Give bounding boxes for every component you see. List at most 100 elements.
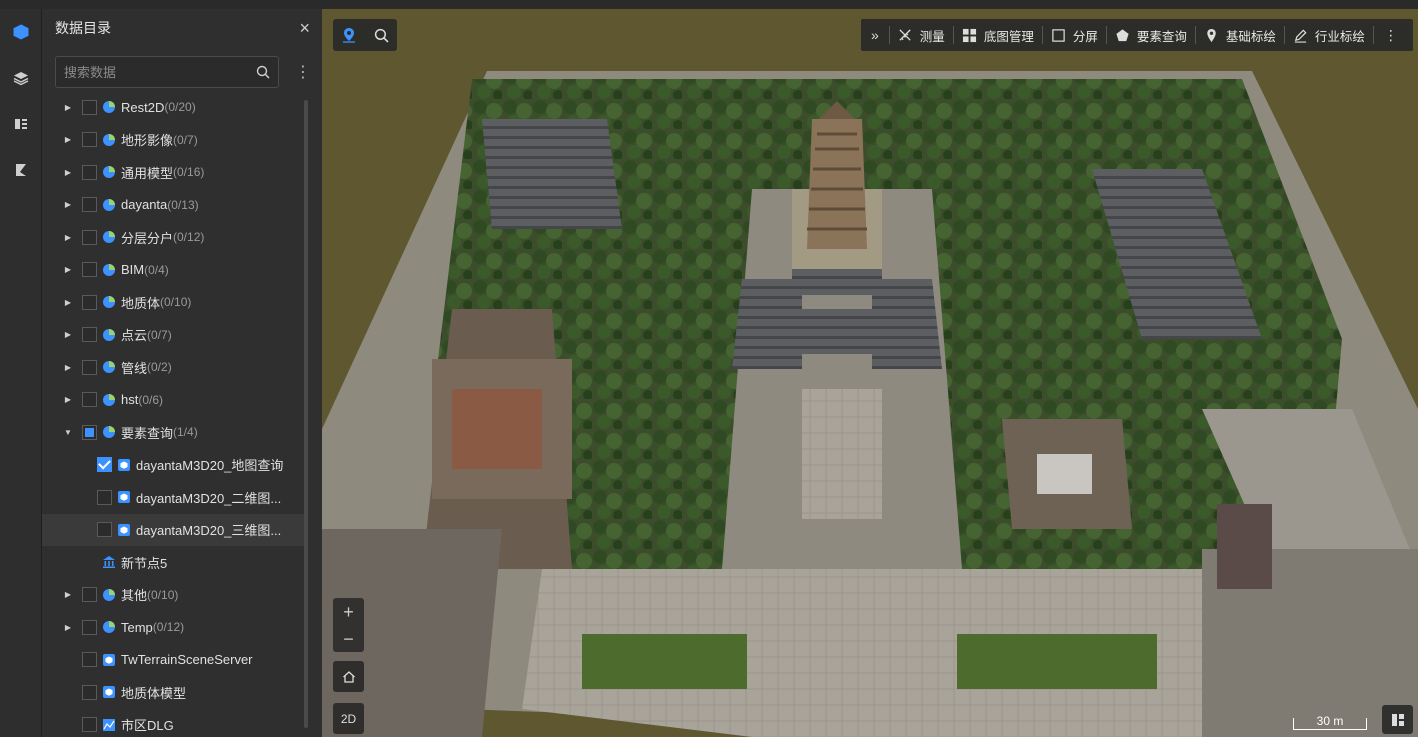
tree-checkbox[interactable] [82,132,97,148]
scale-bar: 30 m [1293,715,1367,730]
tree-node[interactable]: ▶新节点5 [42,546,304,579]
tree-child-item[interactable]: dayantaM3D20_地图查询 [42,449,304,482]
tree-label: TwTerrainSceneServer [121,652,253,668]
caret-right-icon[interactable]: ▶ [62,265,74,274]
tree-node[interactable]: ▶ Temp (0/12) [42,611,304,644]
caret-right-icon[interactable]: ▶ [62,363,74,372]
toolbar-collapse-icon[interactable]: » [861,27,889,43]
search-icon [374,28,388,42]
tree-checkbox[interactable] [82,359,97,375]
tree-node[interactable]: ▶ 分层分户 (0/12) [42,221,304,254]
pie-icon [103,621,115,634]
panel-more-icon[interactable]: ⋮ [295,62,311,82]
caret-right-icon[interactable]: ▶ [62,298,74,307]
caret-right-icon[interactable]: ▶ [62,103,74,112]
tree-checkbox[interactable] [82,229,97,245]
layers-icon [13,72,29,86]
toolbar-more-icon[interactable]: ⋮ [1374,27,1408,44]
tree-label: dayantaM3D20_二维图... [136,490,282,506]
tree-node[interactable]: ▶ hst (0/6) [42,384,304,417]
tree-checkbox[interactable] [82,684,97,700]
toolbar-industry-plot[interactable]: 行业标绘 [1285,19,1373,51]
map-3d-view[interactable] [322,9,1418,737]
tree-checkbox[interactable] [82,619,97,635]
tree-checkbox[interactable] [82,392,97,408]
caret-right-icon[interactable]: ▶ [62,233,74,242]
caret-down-icon[interactable]: ▼ [62,428,74,437]
toolbar-measure[interactable]: 测量 [890,19,953,51]
toggle-2d-button[interactable]: 2D [333,703,364,734]
tree-node[interactable]: ▶ 管线 (0/2) [42,351,304,384]
layout-button[interactable] [1382,705,1413,734]
tree-checkbox[interactable] [82,717,97,733]
caret-right-icon[interactable]: ▶ [62,200,74,209]
tree-checkbox[interactable] [82,164,97,180]
caret-right-icon[interactable]: ▶ [62,623,74,632]
toolbar-feature-query[interactable]: 要素查询 [1107,19,1195,51]
panel-header: 数据目录 × [42,9,322,47]
rail-analysis[interactable] [0,147,42,193]
pie-icon [103,426,115,439]
tree-count: (0/16) [173,165,205,180]
tree-node[interactable]: ▼ 要素查询 (1/4) [42,416,304,449]
tree-checkbox[interactable] [97,457,112,473]
map-search-button[interactable] [365,19,397,51]
pin-icon [1207,28,1216,42]
zoom-in-button[interactable]: + [343,603,354,621]
tree-node[interactable]: ▶ 地质体 (0/10) [42,286,304,319]
grid-icon [962,28,976,42]
tree-label: 点云 [121,328,148,344]
caret-right-icon[interactable]: ▶ [62,590,74,599]
catalog-tree: ▶ Rest2D (0/20) ▶ 地形影像 (0/7) ▶ 通用模型 (0/16) ▶ dayan… [42,91,304,737]
tree-checkbox[interactable] [97,489,112,505]
tree-node[interactable]: ▶ BIM (0/4) [42,254,304,287]
tree-checkbox[interactable] [97,522,112,538]
tree-node[interactable]: ▶市区DLG [42,709,304,737]
tree-node[interactable]: ▶ 通用模型 (0/16) [42,156,304,189]
measure-icon [899,28,911,41]
tree-checkbox[interactable] [82,587,97,603]
layout-grid-icon [1391,713,1404,726]
toolbar-basemap-label: 底图管理 [983,29,1034,44]
tree-node[interactable]: ▶ Rest2D (0/20) [42,91,304,124]
zoom-out-button[interactable]: − [343,630,354,648]
caret-right-icon[interactable]: ▶ [62,135,74,144]
tree-checkbox[interactable] [82,652,97,668]
panel-scrollbar[interactable] [304,100,308,728]
caret-right-icon[interactable]: ▶ [62,395,74,404]
toolbar-split-screen[interactable]: 分屏 [1043,19,1106,51]
tree-node[interactable]: ▶地质体模型 [42,676,304,709]
tree-count: (0/12) [152,620,185,635]
toolbar-basic-plot[interactable]: 基础标绘 [1196,19,1284,51]
rail-data-catalog[interactable] [0,9,42,55]
tree-checkbox[interactable] [82,424,97,440]
toolbar-basemap[interactable]: 底图管理 [954,19,1042,51]
close-icon[interactable]: × [299,19,310,37]
pie-icon [103,166,115,179]
tree-child-item[interactable]: dayantaM3D20_三维图... [42,513,304,546]
caret-right-icon[interactable]: ▶ [62,168,74,177]
rail-list[interactable] [0,101,42,147]
location-button[interactable] [333,19,365,51]
model-cube-icon [118,523,130,536]
pie-icon [103,101,115,114]
search-input[interactable] [64,64,256,80]
search-icon[interactable] [256,65,270,79]
tree-checkbox[interactable] [82,262,97,278]
tree-node[interactable]: ▶ 其他 (0/10) [42,579,304,612]
pie-icon [103,393,115,406]
tree-node[interactable]: ▶ 点云 (0/7) [42,319,304,352]
pagoda-model [807,101,867,249]
tree-checkbox[interactable] [82,327,97,343]
tree-node[interactable]: ▶TwTerrainSceneServer [42,644,304,677]
rail-layers[interactable] [0,55,42,101]
tree-node[interactable]: ▶ 地形影像 (0/7) [42,124,304,157]
tree-checkbox[interactable] [82,99,97,115]
tree-checkbox[interactable] [82,197,97,213]
caret-right-icon[interactable]: ▶ [62,330,74,339]
tree-checkbox[interactable] [82,294,97,310]
pie-icon [103,328,115,341]
home-view-button[interactable] [333,661,364,692]
tree-child-item[interactable]: dayantaM3D20_二维图... [42,481,304,514]
tree-node[interactable]: ▶ dayanta (0/13) [42,189,304,222]
